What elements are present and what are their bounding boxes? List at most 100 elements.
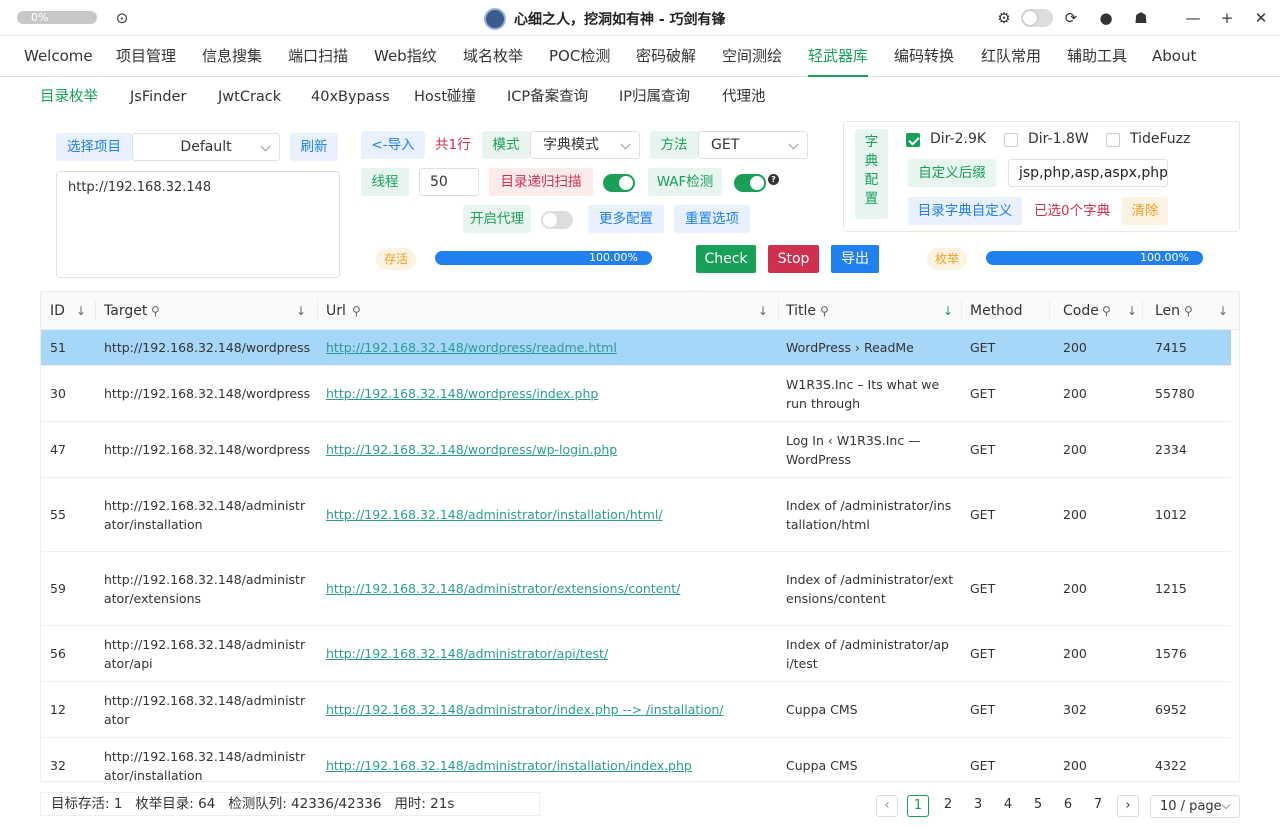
tab-jsfinder[interactable]: JsFinder [130,78,186,116]
cell-url-link[interactable]: http://192.168.32.148/administrator/inst… [326,478,771,552]
cell-url-link[interactable]: http://192.168.32.148/administrator/api/… [326,626,771,682]
method-select[interactable]: GET [698,131,808,159]
menu-subdomain[interactable]: 域名枚举 [463,37,523,77]
search-icon[interactable]: ⚲ [820,304,829,318]
dict-checkbox-dir-2-9k[interactable] [906,133,920,147]
search-icon[interactable]: ⚲ [352,304,361,318]
sort-icon[interactable]: ↓ [1127,304,1137,318]
waf-switch[interactable] [734,174,766,192]
table-row[interactable]: 56 http://192.168.32.148/administrator/a… [41,626,1231,682]
tab-icp[interactable]: ICP备案查询 [507,78,588,116]
page-5[interactable]: 5 [1027,795,1049,817]
more-config-button[interactable]: 更多配置 [588,205,664,233]
page-4[interactable]: 4 [997,795,1019,817]
column-header-code[interactable]: Code [1063,292,1099,330]
menu-poc[interactable]: POC检测 [549,37,610,77]
help-icon[interactable]: ? [768,174,779,185]
page-7[interactable]: 7 [1087,795,1109,817]
theme-toggle[interactable] [1021,9,1053,27]
export-button[interactable]: 导出 [831,245,879,273]
proxy-switch[interactable] [541,211,573,229]
tab-host-collision[interactable]: Host碰撞 [414,78,476,116]
github-icon[interactable]: ● [1097,9,1115,27]
column-header-target[interactable]: Target [104,292,147,330]
sort-icon[interactable]: ↓ [758,304,768,318]
search-icon[interactable]: ⚲ [151,304,160,318]
table-row[interactable]: 12 http://192.168.32.148/administrator h… [41,682,1231,738]
menu-info-gather[interactable]: 信息搜集 [202,37,262,77]
search-icon[interactable]: ⚲ [1102,304,1111,318]
menu-welcome[interactable]: Welcome [24,37,93,77]
import-button[interactable]: <-导入 [361,131,425,159]
stop-button[interactable]: Stop [768,245,819,273]
menu-password[interactable]: 密码破解 [636,37,696,77]
sort-icon[interactable]: ↓ [76,304,86,318]
check-button[interactable]: Check [696,245,756,273]
target-textarea[interactable]: http://192.168.32.148 [56,171,340,278]
table-row[interactable]: 47 http://192.168.32.148/wordpress http:… [41,422,1231,478]
menu-about[interactable]: About [1152,37,1196,77]
table-row[interactable]: 51 http://192.168.32.148/wordpress http:… [41,330,1231,366]
minimize-icon[interactable]: — [1184,9,1202,27]
reload-icon[interactable]: ⟳ [1062,9,1080,27]
menu-light-weapons[interactable]: 轻武器库 [808,37,869,77]
table-row[interactable]: 30 http://192.168.32.148/wordpress http:… [41,366,1231,422]
sort-icon[interactable]: ↓ [1218,304,1228,318]
settings-icon[interactable]: ⚙ [995,9,1013,27]
dict-checkbox-dir-1-8w[interactable] [1004,133,1018,147]
maximize-icon[interactable]: + [1218,9,1236,27]
page-6[interactable]: 6 [1057,795,1079,817]
mode-select[interactable]: 字典模式 [530,131,640,159]
cell-url-link[interactable]: http://192.168.32.148/administrator/exte… [326,552,771,626]
tab-jwtcrack[interactable]: JwtCrack [218,78,281,116]
menu-web-fingerprint[interactable]: Web指纹 [374,37,437,77]
column-divider [1142,300,1143,322]
close-icon[interactable]: ✕ [1252,9,1270,27]
clear-button[interactable]: 清除 [1122,197,1168,225]
cell-url-link[interactable]: http://192.168.32.148/wordpress/index.ph… [326,366,771,422]
prev-page-button[interactable]: ‹ [876,795,898,817]
column-header-title[interactable]: Title [786,292,816,330]
menu-red-team[interactable]: 红队常用 [981,37,1041,77]
menu-port-scan[interactable]: 端口扫描 [288,37,348,77]
page-size-select[interactable]: 10 / page [1150,795,1240,818]
project-select[interactable]: Default [132,133,280,161]
suffix-input[interactable]: jsp,php,asp,aspx,php [1008,159,1168,187]
refresh-circle-icon[interactable]: ⊙ [113,9,131,27]
column-header-id[interactable]: ID [50,292,65,330]
threads-input[interactable]: 50 [419,168,479,196]
table-row[interactable]: 32 http://192.168.32.148/administrator/i… [41,738,1231,782]
sort-icon[interactable]: ↓ [943,304,953,318]
next-page-button[interactable]: › [1117,795,1139,817]
page-3[interactable]: 3 [967,795,989,817]
tab-proxy-pool[interactable]: 代理池 [722,78,766,116]
cell-method: GET [970,581,996,597]
column-header-method[interactable]: Method [970,292,1023,330]
menu-encoding[interactable]: 编码转换 [894,37,954,77]
cell-url-link[interactable]: http://192.168.32.148/administrator/inst… [326,738,771,781]
cell-url-link[interactable]: http://192.168.32.148/wordpress/wp-login… [326,422,771,478]
dict-checkbox-tidefuzz[interactable] [1106,133,1120,147]
page-1[interactable]: 1 [907,795,929,817]
cell-url-link[interactable]: http://192.168.32.148/wordpress/readme.h… [326,330,771,366]
table-row[interactable]: 59 http://192.168.32.148/administrator/e… [41,552,1231,626]
sort-icon[interactable]: ↓ [296,304,306,318]
recursive-scan-switch[interactable] [603,174,635,192]
page-2[interactable]: 2 [937,795,959,817]
cell-url-link[interactable]: http://192.168.32.148/administrator/inde… [326,682,771,738]
tab-40xbypass[interactable]: 40xBypass [311,78,390,116]
reset-options-button[interactable]: 重置选项 [674,205,750,233]
mode-label: 模式 [482,131,530,159]
tab-dir-enum[interactable]: 目录枚举 [40,78,98,116]
search-icon[interactable]: ⚲ [1184,304,1193,318]
menu-space-search[interactable]: 空间测绘 [722,37,782,77]
tab-ip-location[interactable]: IP归属查询 [619,78,690,116]
menu-project[interactable]: 项目管理 [116,37,176,77]
refresh-button[interactable]: 刷新 [290,133,338,161]
menu-tools[interactable]: 辅助工具 [1067,37,1127,77]
custom-dict-button[interactable]: 目录字典自定义 [908,197,1022,225]
bug-icon[interactable]: ☗ [1132,9,1150,27]
column-header-len[interactable]: Len [1155,292,1180,330]
table-row[interactable]: 55 http://192.168.32.148/administrator/i… [41,478,1231,552]
column-header-url[interactable]: Url [326,292,346,330]
